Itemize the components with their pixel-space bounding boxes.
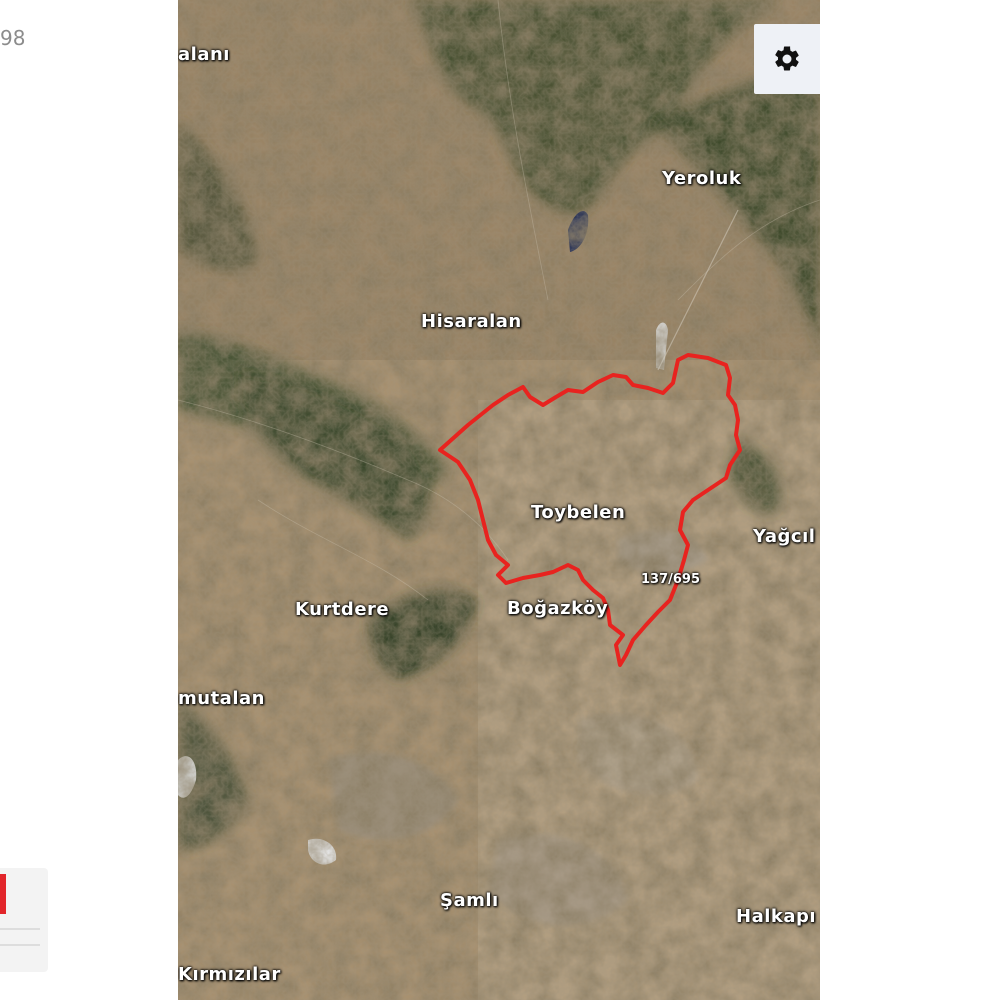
- place-label: mutalan: [178, 688, 265, 709]
- red-accent-bar: [0, 874, 6, 914]
- place-label: Kırmızılar: [178, 964, 281, 985]
- place-label: Hisaralan: [421, 311, 522, 332]
- place-label: Kurtdere: [295, 599, 390, 620]
- place-label: Toybelen: [531, 502, 626, 523]
- page-number: 98: [0, 26, 26, 50]
- satellite-map[interactable]: alanı Yeroluk Hisaralan Toybelen Yağcıl …: [178, 0, 820, 1000]
- settings-button[interactable]: [754, 24, 820, 94]
- place-label: Boğazköy: [507, 598, 609, 619]
- card-divider: [0, 944, 40, 946]
- place-label: Şamlı: [440, 890, 499, 911]
- place-label: alanı: [178, 44, 230, 65]
- elevation-label: 137/695: [641, 572, 701, 587]
- place-label: Yağcıl: [753, 526, 816, 547]
- side-card[interactable]: [0, 868, 48, 972]
- place-label: Halkapı: [736, 906, 817, 927]
- gear-icon: [775, 46, 799, 71]
- card-divider: [0, 928, 40, 930]
- place-label: Yeroluk: [662, 168, 742, 189]
- terrain-imagery: [178, 0, 820, 1000]
